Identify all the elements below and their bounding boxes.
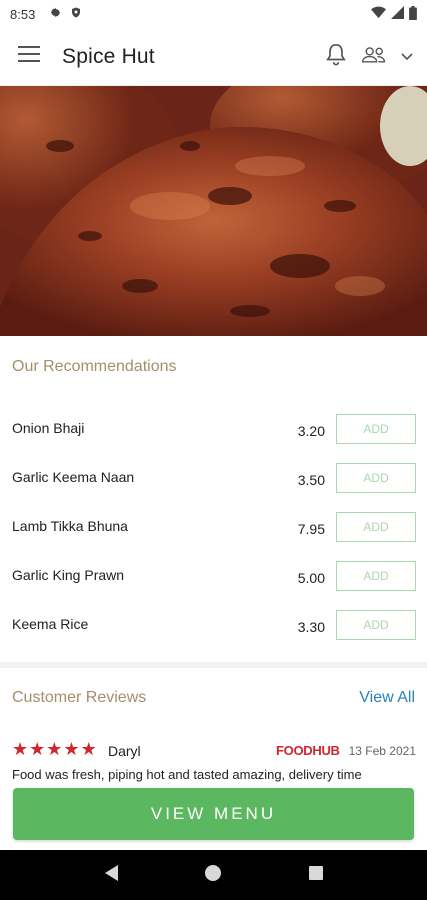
item-name: Onion Bhaji — [12, 420, 85, 436]
star-icon: ★ — [12, 739, 29, 759]
star-icon: ★ — [80, 739, 97, 759]
add-button[interactable]: ADD — [336, 561, 416, 591]
review-text: Food was fresh, piping hot and tasted am… — [12, 767, 362, 782]
bell-icon[interactable] — [325, 42, 347, 71]
add-button[interactable]: ADD — [336, 414, 416, 444]
wifi-icon — [371, 6, 386, 22]
star-icon: ★ — [46, 739, 63, 759]
recommendations-title: Our Recommendations — [12, 358, 177, 375]
shield-icon — [70, 6, 82, 22]
signal-icon — [391, 6, 404, 22]
status-bar: 8:53 — [0, 0, 427, 28]
add-button[interactable]: ADD — [336, 512, 416, 542]
star-rating: ★ ★ ★ ★ ★ — [12, 740, 97, 758]
star-icon: ★ — [29, 739, 46, 759]
reviews-title: Customer Reviews — [12, 689, 147, 706]
hero-food-image — [0, 86, 427, 336]
list-item: Lamb Tikka Bhuna 7.95 ADD — [0, 512, 427, 544]
list-item: Onion Bhaji 3.20 ADD — [0, 414, 427, 446]
reviewer-name: Daryl — [108, 743, 141, 759]
back-icon[interactable] — [103, 864, 119, 887]
foodhub-logo: FOODHUB — [276, 743, 340, 758]
view-all-link[interactable]: View All — [359, 689, 415, 707]
item-price: 5.00 — [297, 570, 325, 586]
battery-icon — [409, 5, 417, 23]
add-button[interactable]: ADD — [336, 463, 416, 493]
recents-icon[interactable] — [308, 865, 324, 886]
add-button[interactable]: ADD — [336, 610, 416, 640]
item-name: Keema Rice — [12, 616, 89, 632]
item-price: 3.50 — [297, 472, 325, 488]
review-date: 13 Feb 2021 — [348, 744, 416, 758]
account-icon[interactable] — [361, 44, 387, 69]
list-item: Keema Rice 3.30 ADD — [0, 610, 427, 642]
list-item: Garlic King Prawn 5.00 ADD — [0, 561, 427, 593]
item-price: 7.95 — [297, 521, 325, 537]
item-name: Lamb Tikka Bhuna — [12, 518, 128, 534]
item-name: Garlic King Prawn — [12, 567, 125, 583]
item-price: 3.20 — [297, 423, 325, 439]
item-price: 3.30 — [297, 619, 325, 635]
settings-icon — [49, 6, 62, 22]
item-name: Garlic Keema Naan — [12, 469, 135, 485]
star-icon: ★ — [63, 739, 80, 759]
view-menu-button[interactable]: VIEW MENU — [13, 788, 414, 840]
system-nav-bar — [0, 850, 427, 900]
recommendations-section: Our Recommendations Onion Bhaji 3.20 ADD… — [0, 336, 427, 662]
status-time: 8:53 — [10, 6, 36, 22]
home-icon[interactable] — [204, 864, 222, 887]
menu-icon[interactable] — [18, 45, 40, 68]
reviews-section: Customer Reviews View All ★ ★ ★ ★ ★ Dary… — [0, 668, 427, 788]
app-bar: Spice Hut — [0, 28, 427, 86]
list-item: Garlic Keema Naan 3.50 ADD — [0, 463, 427, 495]
chevron-down-icon[interactable] — [401, 48, 413, 66]
page-title: Spice Hut — [62, 44, 155, 68]
